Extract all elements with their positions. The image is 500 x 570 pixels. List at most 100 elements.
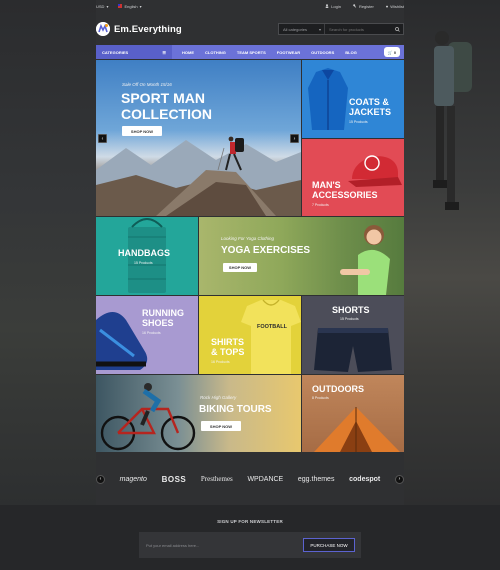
logo-mark-icon	[96, 22, 110, 36]
nav-item-home[interactable]: HOME	[182, 50, 194, 55]
tent-image	[314, 407, 400, 452]
newsletter-submit-button[interactable]: PURCHASE NOW	[303, 538, 355, 552]
yoga-kicker: Looking For Yoga Clothing	[221, 236, 274, 241]
hero-title-line2: COLLECTION	[121, 106, 212, 122]
search-bar: All categories ▾	[278, 23, 404, 35]
coats-title-line1: COATS &	[349, 97, 389, 107]
shirts-count: 16 Products	[211, 360, 230, 364]
register-link[interactable]: Register	[353, 4, 374, 9]
banner-yoga[interactable]: Looking For Yoga Clothing YOGA EXERCISES…	[199, 217, 404, 295]
shirts-title-line2: & TOPS	[211, 347, 245, 357]
coats-title-line2: JACKETS	[349, 107, 392, 117]
brand-logo-codespot[interactable]: codespot	[349, 476, 380, 483]
background-left	[0, 0, 96, 505]
cart-icon: 🛒	[387, 49, 393, 55]
yoga-woman-image	[340, 225, 390, 295]
brand-logo-wpdance[interactable]: WPDANCE	[247, 476, 283, 483]
biking-kicker: Rock High Gallery	[200, 395, 237, 400]
yoga-title: YOGA EXERCISES	[221, 245, 311, 256]
banner-biking[interactable]: Rock High Gallery BIKING TOURS SHOP NOW	[96, 375, 301, 452]
newsletter-form: Put your email address here... PURCHASE …	[139, 532, 361, 558]
flag-icon	[118, 4, 123, 8]
main-nav: CATEGORIES ☰ HOME CLOTHING TEAM SPORTS F…	[96, 45, 404, 59]
handbags-count: 15 Products	[134, 261, 153, 265]
slider-prev-button[interactable]: ‹	[98, 134, 107, 143]
search-category-select[interactable]: All categories ▾	[279, 24, 325, 34]
slider-next-button[interactable]: ›	[290, 134, 299, 143]
site-logo[interactable]: Em.Everything	[96, 22, 182, 36]
currency-label: USD	[96, 3, 105, 9]
hero-title-line1: SPORT MAN	[121, 90, 205, 106]
category-tile-shorts[interactable]: SHORTS 15 Products	[302, 296, 404, 374]
site-header: Em.Everything All categories ▾	[96, 18, 404, 40]
cart-button[interactable]: 🛒 0	[384, 47, 400, 57]
shorts-title: SHORTS	[332, 305, 370, 315]
running-title-line2: SHOES	[142, 318, 174, 328]
running-count: 16 Products	[142, 331, 161, 335]
category-tile-shirts[interactable]: FOOTBALL SHIRTS & TOPS 16 Products	[199, 296, 301, 374]
language-selector[interactable]: English ▾	[118, 3, 142, 9]
language-label: English	[124, 3, 138, 9]
hiker-background-image	[433, 31, 472, 210]
hero-slider[interactable]: Sale Off On Month 15/16 SPORT MAN COLLEC…	[96, 60, 301, 216]
outdoors-title: OUTDOORS	[312, 384, 365, 394]
brands-prev-button[interactable]: ‹	[96, 474, 105, 484]
nav-item-footwear[interactable]: FOOTWEAR	[277, 50, 300, 55]
brand-logo-eggthemes[interactable]: egg.themes	[298, 476, 335, 483]
footer: SIGN UP FOR NEWSLETTER Put your email ad…	[0, 505, 500, 570]
hero-shop-now-button[interactable]: SHOP NOW	[122, 126, 162, 136]
banner-grid: Sale Off On Month 15/16 SPORT MAN COLLEC…	[96, 60, 404, 452]
newsletter-email-input[interactable]: Put your email address here...	[146, 543, 286, 548]
search-category-label: All categories	[283, 26, 308, 32]
wishlist-link[interactable]: ♥ Wishlist	[386, 4, 404, 9]
cap-image	[348, 155, 402, 187]
accessories-count: 7 Products	[312, 203, 329, 207]
category-tile-running-shoes[interactable]: RUNNING SHOES 16 Products	[96, 296, 198, 374]
chevron-right-icon: ›	[293, 135, 296, 142]
shorts-image	[314, 328, 392, 372]
brands-next-button[interactable]: ›	[394, 474, 404, 484]
jacket-image	[308, 68, 348, 130]
nav-item-outdoors[interactable]: OUTDOORS	[311, 50, 334, 55]
brand-logo-presthemes[interactable]: Presthemes	[201, 475, 233, 483]
biking-shop-now-button[interactable]: SHOP NOW	[201, 421, 241, 431]
brand-logo-magento[interactable]: magento	[120, 476, 147, 483]
category-tile-handbags[interactable]: HANDBAGS 15 Products	[96, 217, 198, 295]
nav-item-blog[interactable]: BLOG	[345, 50, 357, 55]
cyclist-image	[100, 383, 196, 451]
categories-menu-button[interactable]: CATEGORIES ☰	[96, 45, 172, 59]
search-input[interactable]	[325, 24, 391, 34]
category-tile-coats[interactable]: COATS & JACKETS 15 Products	[302, 60, 404, 138]
key-icon	[353, 4, 357, 8]
wishlist-label: Wishlist	[390, 3, 404, 9]
chevron-down-icon: ▾	[318, 26, 321, 32]
accessories-title-line1: MAN'S	[312, 180, 341, 190]
search-button[interactable]	[391, 24, 403, 34]
login-label: Login	[331, 3, 341, 9]
nav-item-clothing[interactable]: CLOTHING	[205, 50, 226, 55]
chevron-right-icon: ›	[398, 476, 401, 482]
category-tile-accessories[interactable]: MAN'S ACCESSORIES 7 Products	[302, 139, 404, 216]
yoga-shop-now-button[interactable]: SHOP NOW	[223, 263, 257, 272]
brand-carousel: ‹ magento BOSS Presthemes WPDANCE egg.th…	[96, 470, 404, 488]
running-title-line1: RUNNING	[142, 308, 184, 318]
chevron-left-icon: ‹	[101, 135, 104, 142]
category-tile-outdoors[interactable]: OUTDOORS 8 Products	[302, 375, 404, 452]
login-link[interactable]: Login	[325, 4, 341, 9]
currency-selector[interactable]: USD ▾	[96, 4, 108, 9]
accessories-title-line2: ACCESSORIES	[312, 190, 378, 200]
mountain-scene-image	[96, 136, 301, 216]
biking-title: BIKING TOURS	[199, 404, 272, 415]
categories-label: CATEGORIES	[102, 49, 129, 55]
search-icon	[394, 26, 400, 32]
brand-logo-boss[interactable]: BOSS	[162, 475, 187, 484]
hero-kicker: Sale Off On Month 15/16	[122, 82, 172, 87]
coats-count: 15 Products	[349, 120, 368, 124]
chevron-down-icon: ▾	[106, 3, 109, 9]
chevron-down-icon: ▾	[139, 3, 142, 9]
newsletter-title: SIGN UP FOR NEWSLETTER	[217, 519, 283, 524]
hamburger-icon: ☰	[162, 49, 166, 55]
shirt-print-text: FOOTBALL	[257, 324, 287, 330]
nav-item-team-sports[interactable]: TEAM SPORTS	[237, 50, 266, 55]
football-shirt-image	[241, 299, 301, 374]
